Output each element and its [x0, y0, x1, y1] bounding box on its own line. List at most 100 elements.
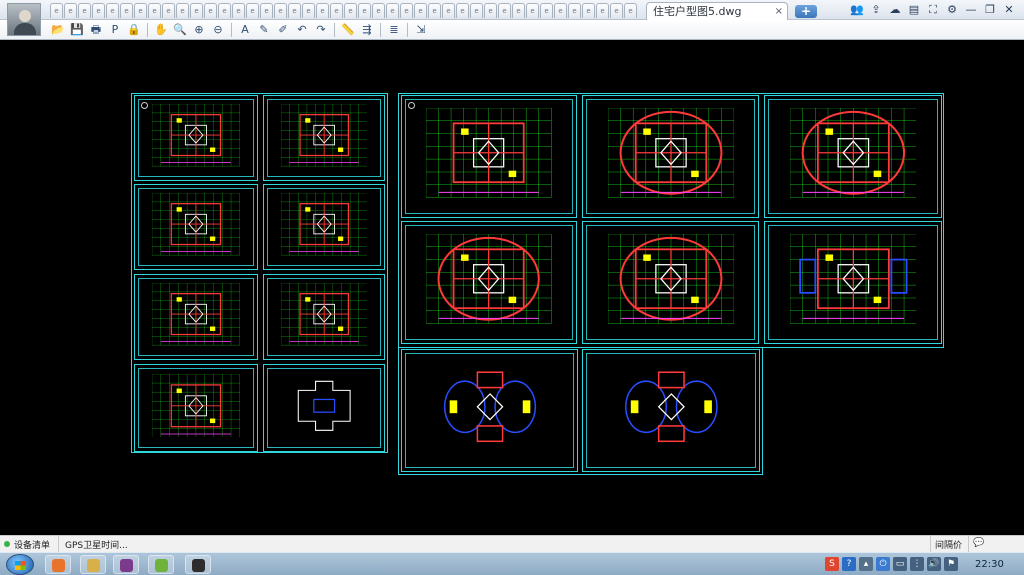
- tab-item[interactable]: e: [232, 3, 245, 18]
- zoom-window-icon[interactable]: 🔍: [172, 22, 188, 38]
- zoom-out-icon[interactable]: ⊖: [210, 22, 226, 38]
- drawing-sheet[interactable]: [764, 95, 942, 218]
- tab-document[interactable]: 住宅户型图5.dwg ×: [646, 2, 788, 20]
- tab-item[interactable]: e: [218, 3, 231, 18]
- export-icon[interactable]: ⇲: [413, 22, 429, 38]
- browser-task[interactable]: [45, 555, 71, 574]
- tab-item[interactable]: e: [372, 3, 385, 18]
- minimize-icon[interactable]: —: [964, 3, 978, 17]
- help-tray-icon[interactable]: ?: [842, 557, 856, 571]
- tab-item[interactable]: e: [428, 3, 441, 18]
- share-icon[interactable]: ⇪: [869, 3, 883, 17]
- new-tab-button[interactable]: +: [795, 5, 817, 18]
- avatar-task[interactable]: [185, 555, 211, 574]
- tab-item[interactable]: e: [386, 3, 399, 18]
- tab-item[interactable]: e: [526, 3, 539, 18]
- start-button[interactable]: [6, 554, 34, 575]
- tab-item[interactable]: e: [204, 3, 217, 18]
- drawing-sheet[interactable]: [401, 95, 577, 218]
- text-icon[interactable]: A: [237, 22, 253, 38]
- tab-item[interactable]: e: [442, 3, 455, 18]
- cloud-icon[interactable]: ☁: [888, 3, 902, 17]
- dimension-icon[interactable]: ⇶: [359, 22, 375, 38]
- layer-manager-icon[interactable]: ≣: [386, 22, 402, 38]
- drawing-canvas[interactable]: [0, 41, 1024, 534]
- dwg-viewer-task[interactable]: [148, 555, 174, 574]
- tab-item[interactable]: e: [358, 3, 371, 18]
- volume-tray-icon[interactable]: 🔊: [927, 557, 941, 571]
- drawing-sheet[interactable]: [134, 184, 258, 270]
- network-tray-icon[interactable]: ⋮: [910, 557, 924, 571]
- tab-item[interactable]: e: [274, 3, 287, 18]
- tab-item[interactable]: e: [302, 3, 315, 18]
- explorer-task[interactable]: [80, 555, 106, 574]
- pencil-icon[interactable]: ✎: [256, 22, 272, 38]
- drawing-sheet[interactable]: [764, 221, 942, 344]
- app-tray-icon[interactable]: S: [825, 557, 839, 571]
- layers-icon[interactable]: ▤: [907, 3, 921, 17]
- drawing-sheet[interactable]: [263, 364, 385, 452]
- drawing-sheet[interactable]: [582, 221, 759, 344]
- tab-item[interactable]: e: [400, 3, 413, 18]
- pdf-icon[interactable]: P: [107, 22, 123, 38]
- tab-item[interactable]: e: [316, 3, 329, 18]
- users-icon[interactable]: 👥: [850, 3, 864, 17]
- status-gps-time[interactable]: GPS卫星时间...: [58, 536, 134, 552]
- tab-item[interactable]: e: [540, 3, 553, 18]
- tab-item[interactable]: e: [414, 3, 427, 18]
- close-icon[interactable]: ✕: [1002, 3, 1016, 17]
- tab-item[interactable]: e: [78, 3, 91, 18]
- flag-tray-icon[interactable]: ⚑: [944, 557, 958, 571]
- drawing-sheet[interactable]: [263, 95, 385, 181]
- tab-item[interactable]: e: [330, 3, 343, 18]
- tab-item[interactable]: e: [596, 3, 609, 18]
- tab-item[interactable]: e: [470, 3, 483, 18]
- tab-item[interactable]: e: [484, 3, 497, 18]
- drawing-sheet[interactable]: [401, 349, 578, 472]
- tab-item[interactable]: e: [568, 3, 581, 18]
- tab-item[interactable]: e: [148, 3, 161, 18]
- save-icon[interactable]: 💾: [69, 22, 85, 38]
- tab-item[interactable]: e: [512, 3, 525, 18]
- drawing-sheet[interactable]: [263, 184, 385, 270]
- open-icon[interactable]: 📂: [50, 22, 66, 38]
- restore-icon[interactable]: ❐: [983, 3, 997, 17]
- power-tray-icon[interactable]: ⏻: [876, 557, 890, 571]
- status-equipment-list[interactable]: 设备清单: [14, 538, 50, 551]
- tab-item[interactable]: e: [190, 3, 203, 18]
- tab-item[interactable]: e: [456, 3, 469, 18]
- chat-icon[interactable]: 💬: [968, 536, 988, 552]
- pan-icon[interactable]: ✋: [153, 22, 169, 38]
- stack-task[interactable]: [113, 555, 139, 574]
- tab-item[interactable]: e: [624, 3, 637, 18]
- monitor-tray-icon[interactable]: ▭: [893, 557, 907, 571]
- tab-item[interactable]: e: [582, 3, 595, 18]
- tab-item[interactable]: e: [176, 3, 189, 18]
- user-avatar[interactable]: [7, 3, 41, 36]
- tab-item[interactable]: e: [106, 3, 119, 18]
- clock[interactable]: 22:30: [975, 559, 1004, 570]
- drawing-sheet[interactable]: [582, 349, 760, 472]
- drawing-sheet[interactable]: [582, 95, 759, 218]
- print-icon[interactable]: 🖶: [88, 22, 104, 38]
- drawing-sheet[interactable]: [134, 95, 258, 181]
- drawing-sheet[interactable]: [401, 221, 577, 344]
- drawing-sheet[interactable]: [134, 274, 258, 360]
- tab-item[interactable]: e: [120, 3, 133, 18]
- zoom-in-icon[interactable]: ⊕: [191, 22, 207, 38]
- expand-tray-icon[interactable]: ▴: [859, 557, 873, 571]
- drawing-sheet[interactable]: [134, 364, 258, 452]
- measure-icon[interactable]: 📏: [340, 22, 356, 38]
- tab-item[interactable]: e: [260, 3, 273, 18]
- lock-icon[interactable]: 🔒: [126, 22, 142, 38]
- tab-item[interactable]: e: [554, 3, 567, 18]
- tab-item[interactable]: e: [288, 3, 301, 18]
- settings-icon[interactable]: ⚙: [945, 3, 959, 17]
- status-language[interactable]: 间隔价: [930, 536, 966, 552]
- tab-item[interactable]: e: [50, 3, 63, 18]
- tab-close-icon[interactable]: ×: [775, 3, 783, 20]
- tab-item[interactable]: e: [92, 3, 105, 18]
- tab-item[interactable]: e: [610, 3, 623, 18]
- tab-item[interactable]: e: [246, 3, 259, 18]
- tab-item[interactable]: e: [344, 3, 357, 18]
